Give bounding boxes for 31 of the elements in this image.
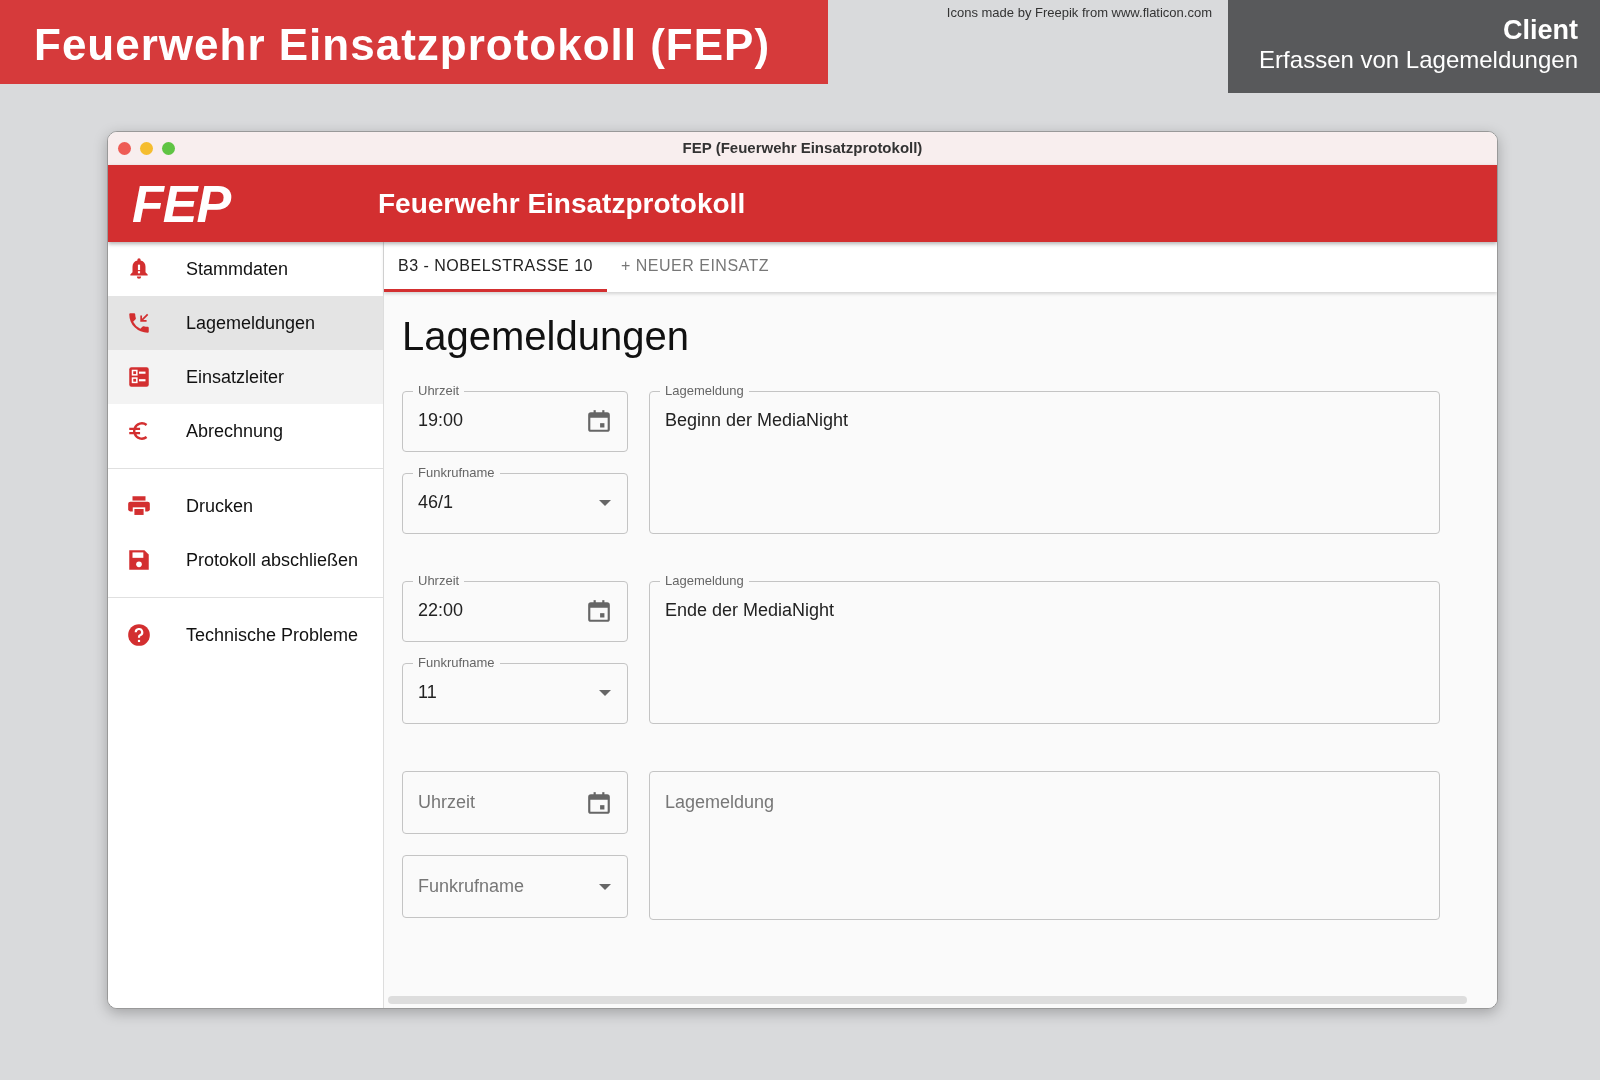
time-field[interactable]: Uhrzeit	[402, 771, 628, 834]
message-field[interactable]: Lagemeldung	[649, 771, 1440, 920]
sidebar-item[interactable]: Lagemeldungen	[108, 296, 383, 350]
app-logo: FEP	[132, 174, 231, 233]
window-title: FEP (Feuerwehr Einsatzprotokoll)	[682, 139, 923, 157]
list-icon	[126, 364, 152, 390]
sidebar-item[interactable]: Technische Probleme	[108, 608, 383, 662]
calendar-icon[interactable]	[586, 597, 612, 624]
calendar-icon[interactable]	[586, 789, 612, 816]
close-button[interactable]	[118, 142, 131, 155]
dropdown-arrow-icon[interactable]	[598, 688, 612, 697]
sidebar-item[interactable]: Abrechnung	[108, 404, 383, 458]
sidebar-item[interactable]: Stammdaten	[108, 242, 383, 296]
phone-icon	[126, 310, 152, 336]
sidebar-item[interactable]: Einsatzleiter	[108, 350, 383, 404]
sidebar-item[interactable]: Drucken	[108, 479, 383, 533]
scrollbar[interactable]	[388, 996, 1467, 1004]
credit-text: Icons made by Freepik from www.flaticon.com	[946, 4, 1212, 20]
app-title: Feuerwehr Einsatzprotokoll	[378, 186, 746, 221]
callsign-dropdown[interactable]: Funkrufname	[402, 855, 628, 918]
help-icon	[126, 622, 152, 648]
calendar-icon[interactable]	[586, 407, 612, 434]
tab[interactable]: + NEUER EINSATZ	[606, 242, 784, 292]
context-title: Client	[1502, 14, 1578, 47]
sidebar-item[interactable]: Protokoll abschließen	[108, 533, 383, 587]
context-subtitle: Erfassen von Lagemeldungen	[1258, 46, 1578, 76]
tab[interactable]: B3 - NOBELSTRASSE 10	[384, 242, 607, 292]
banner-title: Feuerwehr Einsatzprotokoll (FEP)	[0, 0, 828, 84]
dropdown-arrow-icon[interactable]	[598, 498, 612, 507]
page-heading: Lagemeldungen	[402, 313, 690, 360]
dropdown-arrow-icon[interactable]	[598, 882, 612, 891]
